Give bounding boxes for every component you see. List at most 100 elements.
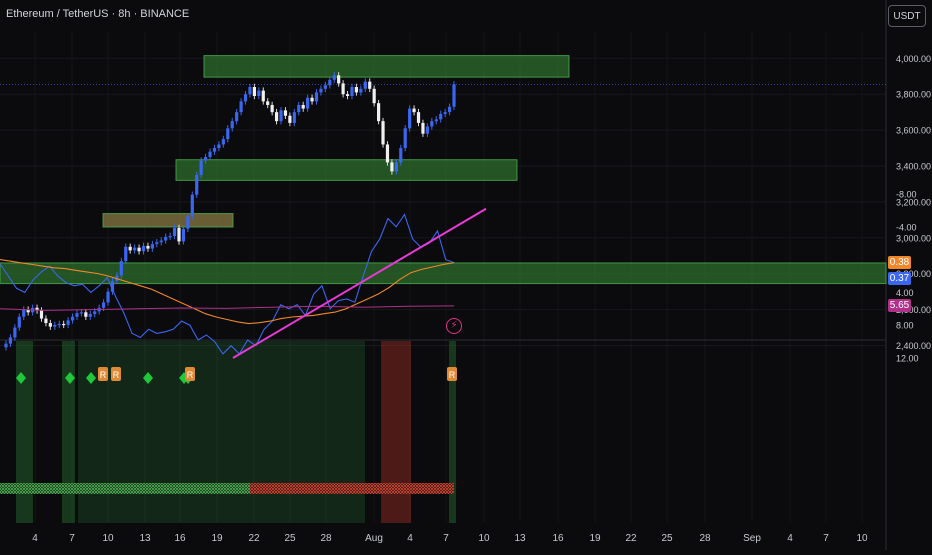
candle [443,112,447,114]
flash-alert-icon[interactable]: ⚡ [446,318,462,334]
candle [79,312,84,314]
r-label-text: R [187,370,194,380]
candle [301,104,305,109]
price-zone [102,213,234,228]
time-axis-label: Sep [743,533,761,544]
candle [137,247,141,252]
candle [354,87,359,93]
candle [385,144,390,163]
candle [186,216,190,229]
time-axis-label: 7 [443,533,449,544]
candle [292,112,296,123]
time-axis-label: 4 [787,533,793,544]
candle [447,106,452,113]
candle [279,110,283,122]
time-axis-label: 10 [478,533,490,544]
fast-line-value-tag: 0.37 [888,271,911,285]
candle [270,104,274,113]
candle [439,113,443,120]
candle [257,90,261,96]
time-axis-label: 13 [514,533,526,544]
candle [235,112,239,122]
candle [155,242,159,245]
candle [252,87,256,96]
time-axis-label: 16 [174,533,186,544]
r-label-text: R [100,370,107,380]
candle [399,148,403,163]
candle [288,115,292,123]
candle [359,88,363,93]
candle [53,324,57,327]
price-axis-label: 4,000.00 [896,54,931,64]
candle [4,343,8,348]
candle [274,112,279,122]
candle [381,121,385,145]
candle [146,245,150,249]
candle [119,261,123,276]
oscillator-band [16,341,33,523]
candle [124,246,128,262]
candle [39,310,44,319]
candle [434,119,438,122]
candle [226,128,230,140]
candle [57,323,61,326]
oscillator-axis-label: 4.00 [896,288,914,298]
currency-unit-button[interactable]: USDT [888,5,926,27]
candle [372,88,376,104]
candle [22,309,26,317]
bull-hatch-strip [0,483,250,494]
candle [376,103,381,122]
time-axis-label: 7 [823,533,829,544]
candle [328,79,332,86]
candle [350,87,354,96]
candle [412,108,416,113]
price-axis-label: 3,400.00 [896,162,931,172]
candle [199,160,203,175]
price-zone [175,159,518,181]
candle [394,162,398,172]
candle [239,101,243,113]
time-axis-label: 22 [625,533,637,544]
candle [430,121,434,127]
time-axis-label: 4 [407,533,413,544]
candle [75,313,79,317]
candle [363,81,367,89]
time-axis-label: 28 [320,533,332,544]
time-axis-label: 22 [248,533,260,544]
candle [248,87,252,95]
time-axis-label: 19 [211,533,223,544]
candle [66,320,70,325]
time-axis-label: Aug [365,533,383,544]
time-axis-label: 25 [284,533,296,544]
candle [416,112,421,123]
oscillator-band [62,341,75,523]
candle [332,75,336,80]
r-label-marker: R [111,367,121,381]
r-label-text: R [449,370,456,380]
candle [93,311,97,315]
candle [17,316,21,328]
candle [208,151,212,158]
r-label-text: R [113,370,120,380]
candle [212,148,217,152]
candle [141,245,146,252]
candle [217,144,221,149]
candle [297,104,301,113]
candle [195,174,199,195]
r-label-marker: R [98,367,108,381]
chart-stage: 2,400.00 2,600.00 2,800.00 3,000.00 3,200.00… [0,0,932,550]
candle [181,228,186,242]
candle [283,110,288,116]
price-axis-label: 3,800.00 [896,90,931,100]
candle [48,323,52,327]
candle [310,97,314,102]
chart-canvas[interactable]: 2,400.002,600.002,800.003,000.003,200.00… [0,0,932,550]
candle [266,101,270,105]
candle [337,75,341,84]
candle [13,327,17,338]
r-label-marker: R [447,367,457,381]
candle [368,81,372,89]
time-axis-label: 4 [32,533,38,544]
r-label-marker: R [185,367,195,381]
candle [62,323,66,326]
